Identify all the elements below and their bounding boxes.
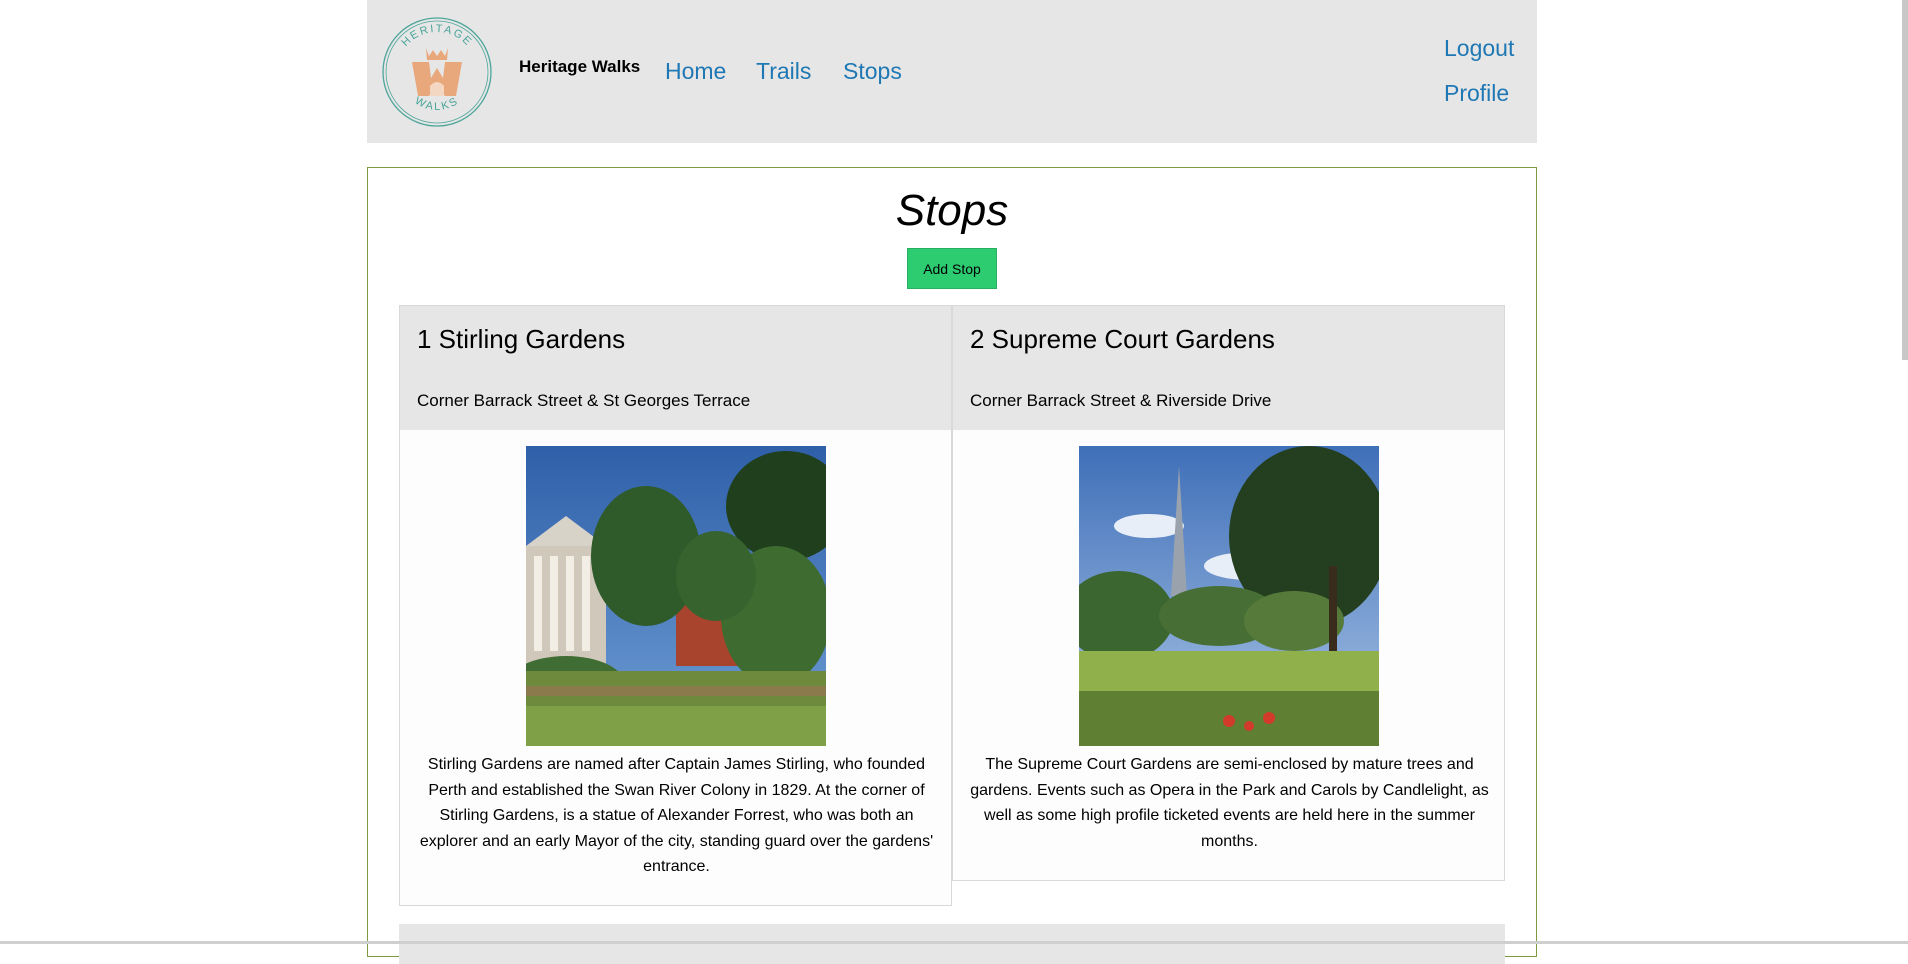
stop-card-header: 2 Supreme Court Gardens Corner Barrack S… bbox=[953, 306, 1504, 430]
stop-card: 2 Supreme Court Gardens Corner Barrack S… bbox=[952, 305, 1505, 881]
stirling-gardens-photo bbox=[526, 446, 826, 746]
profile-link[interactable]: Profile bbox=[1444, 80, 1509, 107]
page-title: Stops bbox=[895, 186, 1009, 235]
stop-address: Corner Barrack Street & Riverside Drive bbox=[970, 391, 1272, 410]
nav-stops-link[interactable]: Stops bbox=[843, 58, 902, 85]
scrollbar[interactable] bbox=[1902, 0, 1908, 360]
svg-text:WALKS: WALKS bbox=[413, 95, 461, 113]
nav-trails-link[interactable]: Trails bbox=[756, 58, 811, 85]
stop-card-header: 1 Stirling Gardens Corner Barrack Street… bbox=[400, 306, 951, 430]
heritage-walks-logo[interactable]: HERITAGE WALKS bbox=[379, 12, 495, 132]
stop-title[interactable]: 1 Stirling Gardens bbox=[417, 324, 625, 355]
stops-container: Stops Add Stop 1 Stirling Gardens Corner… bbox=[367, 167, 1537, 964]
brand-name: Heritage Walks bbox=[519, 57, 641, 76]
stop-card: 1 Stirling Gardens Corner Barrack Street… bbox=[399, 305, 952, 906]
stop-title[interactable]: 2 Supreme Court Gardens bbox=[970, 324, 1275, 355]
stop-description: The Supreme Court Gardens are semi-enclo… bbox=[970, 756, 1489, 850]
nav-home-link[interactable]: Home bbox=[665, 58, 726, 85]
logout-link[interactable]: Logout bbox=[1444, 35, 1514, 62]
supreme-court-gardens-photo bbox=[1079, 446, 1379, 746]
stop-card-header bbox=[399, 924, 1505, 964]
stop-address: Corner Barrack Street & St Georges Terra… bbox=[417, 391, 751, 410]
stop-description: Stirling Gardens are named after Captain… bbox=[419, 756, 934, 875]
site-header: HERITAGE WALKS Heritage Walks Home Trail… bbox=[367, 0, 1537, 143]
add-stop-button[interactable]: Add Stop bbox=[907, 248, 997, 289]
svg-text:HERITAGE: HERITAGE bbox=[399, 23, 474, 49]
